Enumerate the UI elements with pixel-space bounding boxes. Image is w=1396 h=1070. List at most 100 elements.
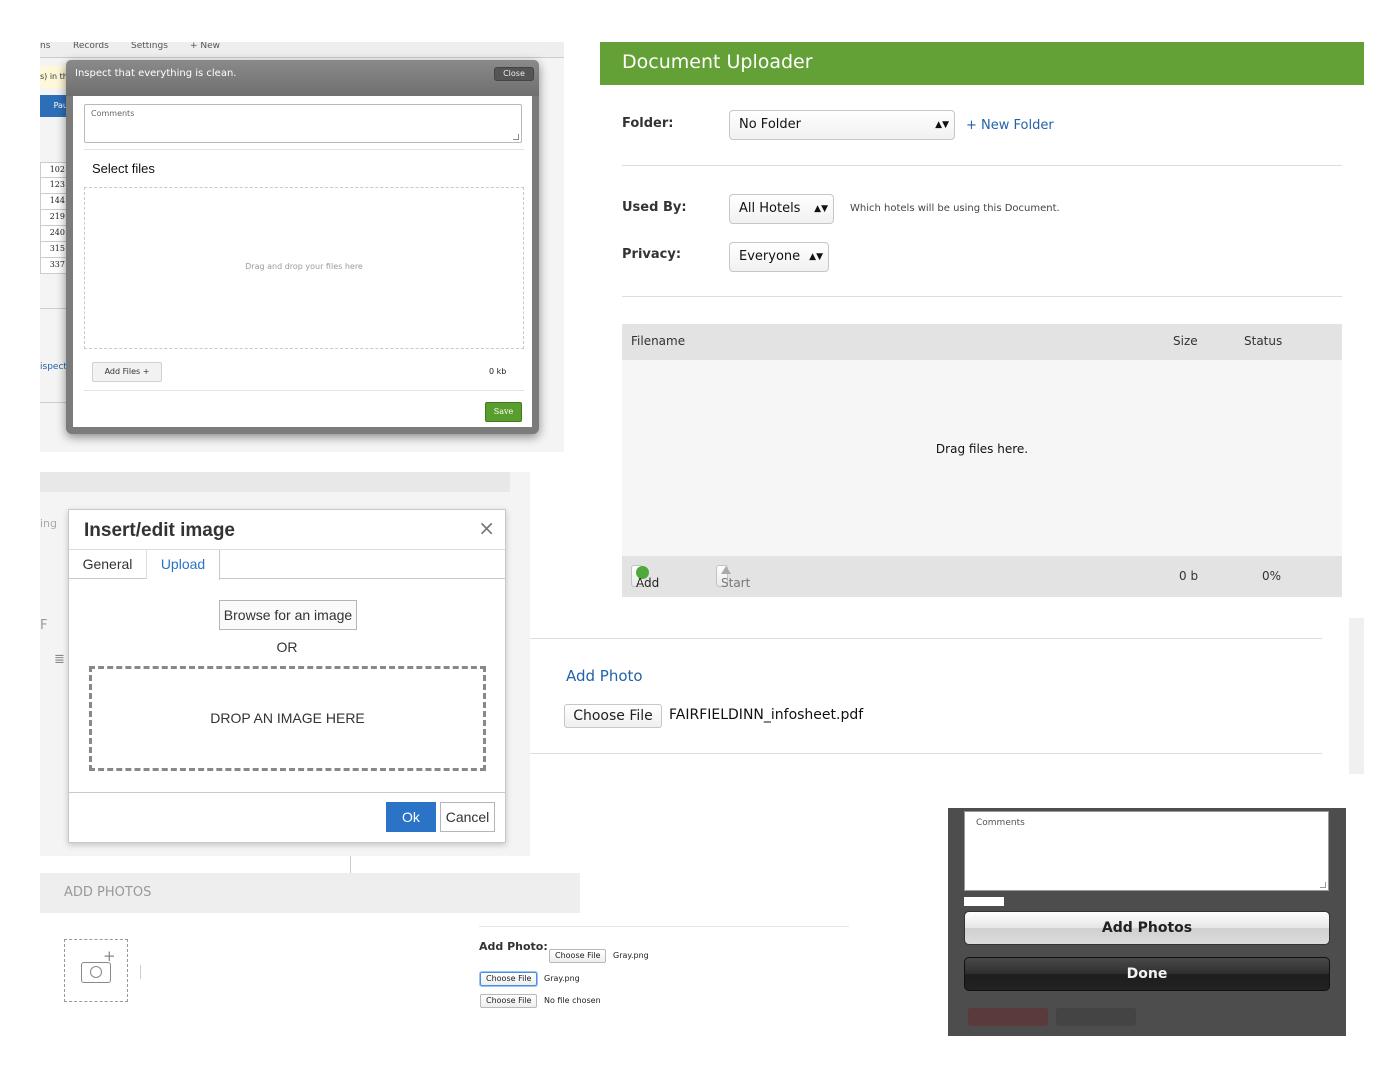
divider	[622, 296, 1342, 297]
file-drop-zone[interactable]: Drag and drop your files here	[84, 187, 524, 349]
select-arrows-icon: ▲▼	[814, 204, 828, 214]
dialog-title: Insert/edit image	[84, 520, 235, 541]
or-separator: OR	[276, 639, 298, 655]
background-toolbar	[40, 472, 510, 492]
table-header: Filename Size Status	[622, 324, 1342, 360]
mini-file-input[interactable]	[964, 897, 1004, 906]
total-size: 0 kb	[489, 367, 507, 376]
modal-title: Inspect that everything is clean.	[75, 68, 237, 79]
bg-tab[interactable]: + New	[190, 42, 220, 51]
divider	[84, 149, 524, 150]
table-footer: +Add files Start upload 0 b 0%	[622, 556, 1342, 597]
background-button	[1056, 1008, 1136, 1026]
plus-icon: +	[103, 947, 116, 965]
divider	[479, 926, 849, 927]
comments-placeholder: Comments	[976, 818, 1025, 828]
folder-label: Folder:	[622, 116, 674, 131]
document-uploader: Document Uploader Folder: No Folder ▲▼ +…	[600, 42, 1364, 598]
ok-button[interactable]: Ok	[386, 802, 436, 832]
tab-general[interactable]: General	[69, 550, 147, 579]
privacy-select[interactable]: Everyone ▲▼	[729, 242, 829, 272]
divider	[530, 638, 1322, 639]
add-files-label: Add files	[636, 576, 660, 590]
column-header-filename: Filename	[631, 334, 686, 348]
bg-tab[interactable]: Settings	[131, 42, 168, 51]
folder-select[interactable]: No Folder ▲▼	[729, 110, 955, 140]
resize-grip-icon[interactable]	[1320, 882, 1326, 888]
used-by-select[interactable]: All Hotels ▲▼	[729, 194, 834, 224]
start-upload-button[interactable]: Start upload	[716, 565, 750, 590]
browse-image-button[interactable]: Browse for an image	[219, 600, 357, 630]
used-by-select-value: All Hotels	[739, 201, 801, 216]
add-photo-panel: Add Photo Choose File FAIRFIELDINN_infos…	[530, 618, 1364, 774]
choose-file-button[interactable]: Choose File	[480, 972, 538, 986]
choose-file-button[interactable]: Choose File	[564, 704, 662, 728]
inspect-panel: ns Records Settings + New s) in th Pau 1…	[40, 42, 564, 452]
add-photo-small-panel: Add Photo: Choose File Gray.png Choose F…	[475, 924, 855, 1014]
select-arrows-icon: ▲▼	[809, 252, 823, 262]
insert-image-panel: ing F ≣ Insert/edit image × General Uplo…	[40, 472, 530, 856]
divider	[69, 792, 505, 793]
choose-file-button[interactable]: Choose File	[480, 994, 538, 1008]
bg-tab[interactable]: ns	[40, 42, 50, 51]
inspect-modal: Inspect that everything is clean. Close …	[66, 60, 539, 434]
divider	[350, 856, 351, 873]
tab-upload[interactable]: Upload	[147, 550, 220, 580]
add-files-button[interactable]: Add Files +	[92, 362, 162, 382]
divider	[84, 390, 524, 391]
used-by-label: Used By:	[622, 200, 687, 215]
cancel-button[interactable]: Cancel	[440, 802, 495, 832]
add-photo-label: Add Photo:	[479, 940, 548, 953]
background-button	[968, 1008, 1048, 1026]
bg-tab[interactable]: Records	[73, 42, 109, 51]
resize-grip-icon[interactable]	[513, 134, 519, 140]
chosen-file-name: Gray.png	[613, 951, 649, 960]
divider	[530, 753, 1322, 754]
start-upload-label: Start upload	[721, 576, 751, 590]
add-photos-button[interactable]: Add Photos	[964, 911, 1330, 945]
add-files-button[interactable]: +Add files	[631, 565, 659, 590]
chosen-file-name: No file chosen	[544, 996, 601, 1005]
add-photo-title[interactable]: Add Photo	[566, 667, 643, 685]
modal-header: Inspect that everything is clean. Close	[66, 60, 539, 96]
image-drop-zone[interactable]: DROP AN IMAGE HERE	[89, 666, 486, 771]
column-header-status: Status	[1244, 334, 1283, 348]
choose-file-button[interactable]: Choose File	[549, 949, 607, 963]
chosen-file-name: FAIRFIELDINN_infosheet.pdf	[669, 707, 864, 723]
background-text: F	[40, 618, 48, 633]
privacy-select-value: Everyone	[739, 249, 801, 264]
background-link[interactable]: ispect	[40, 362, 67, 372]
privacy-label: Privacy:	[622, 247, 682, 262]
add-photos-header: ADD PHOTOS	[40, 873, 580, 913]
chosen-file-name: Gray.png	[544, 974, 580, 983]
mobile-photo-sheet: Comments Add Photos Done	[948, 808, 1346, 1036]
column-header-size: Size	[1173, 334, 1198, 348]
divider	[140, 965, 141, 979]
align-left-icon[interactable]: ≣	[54, 652, 65, 667]
folder-select-value: No Folder	[739, 117, 801, 132]
comments-placeholder: Comments	[91, 109, 135, 118]
dialog-tabs: General Upload	[69, 549, 505, 580]
close-button[interactable]: Close	[494, 67, 534, 81]
done-button[interactable]: Done	[964, 957, 1330, 991]
new-folder-link[interactable]: + New Folder	[966, 118, 1054, 133]
camera-lens	[90, 966, 102, 978]
used-by-hint: Which hotels will be using this Document…	[850, 203, 1060, 214]
insert-image-dialog: Insert/edit image × General Upload Brows…	[68, 509, 506, 843]
uploader-title: Document Uploader	[600, 42, 1364, 85]
comments-field[interactable]: Comments	[84, 104, 522, 143]
divider	[622, 165, 1342, 166]
background-text: ing	[40, 517, 58, 530]
close-icon[interactable]: ×	[478, 516, 495, 540]
scrollbar-track[interactable]	[1349, 618, 1364, 774]
drag-files-text[interactable]: Drag files here.	[622, 442, 1342, 456]
total-status: 0%	[1262, 569, 1282, 583]
select-files-title: Select files	[92, 161, 155, 176]
camera-plus-icon[interactable]: +	[64, 939, 128, 1002]
background-nav-tabs: ns Records Settings + New	[40, 42, 564, 58]
total-size: 0 b	[1179, 569, 1199, 583]
upload-table: Filename Size Status Drag files here. + A…	[622, 324, 1342, 597]
save-button[interactable]: Save	[485, 402, 522, 422]
select-arrows-icon: ▲▼	[935, 120, 949, 130]
comments-field[interactable]: Comments	[964, 811, 1329, 891]
